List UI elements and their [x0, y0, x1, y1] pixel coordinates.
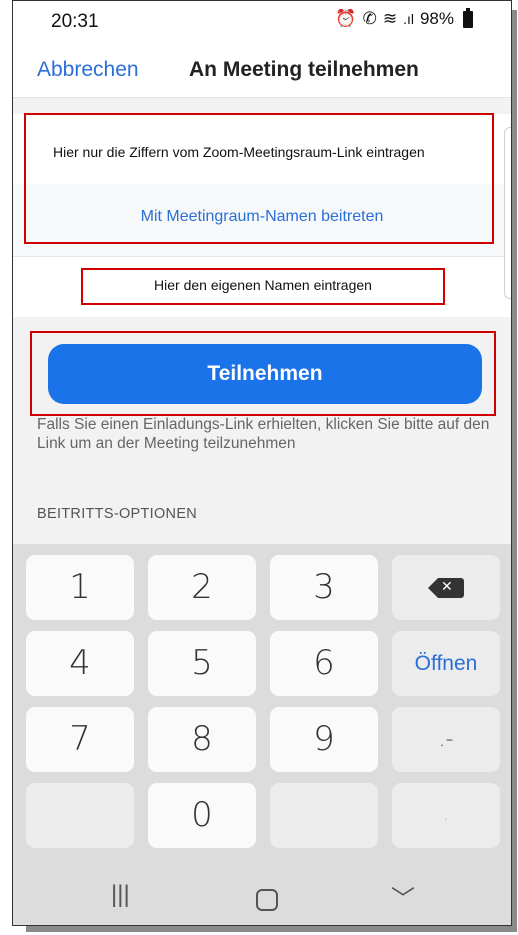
join-options-header: BEITRITTS-OPTIONEN	[37, 506, 198, 522]
backspace-icon: ✕	[428, 578, 464, 598]
wifi-icon: ≋	[382, 9, 398, 28]
scroll-edge	[504, 127, 511, 299]
alarm-icon: ⏰	[335, 9, 357, 28]
frame-shadow-bottom	[26, 926, 516, 932]
recent-apps-icon[interactable]: |||	[111, 881, 130, 909]
empty-key-2	[270, 783, 378, 848]
key-6[interactable]: 6	[270, 631, 378, 696]
key-0[interactable]: 0	[148, 783, 256, 848]
empty-key	[26, 783, 134, 848]
battery-icon	[463, 7, 473, 28]
battery-percent: 98%	[419, 9, 454, 28]
status-icons: ⏰ ✆ ≋ .ıl 98%	[335, 7, 473, 29]
display-name-card	[13, 256, 511, 317]
phone-screen: 20:31 ⏰ ✆ ≋ .ıl 98% Abbrechen An Meeting…	[12, 0, 512, 926]
back-chevron-icon[interactable]: ﹀	[391, 879, 415, 914]
backspace-key[interactable]: ✕	[392, 555, 500, 620]
meeting-id-card: Mit Meetingraum-Namen beitreten	[13, 114, 511, 256]
key-2[interactable]: 2	[148, 555, 256, 620]
key-5[interactable]: 5	[148, 631, 256, 696]
app-header: Abbrechen An Meeting teilnehmen	[13, 45, 511, 98]
cancel-button[interactable]: Abbrechen	[37, 58, 139, 82]
key-3[interactable]: 3	[270, 555, 378, 620]
page-title: An Meeting teilnehmen	[189, 58, 419, 81]
comma-key[interactable]: ,	[392, 783, 500, 848]
wifi-calling-icon: ✆	[362, 9, 377, 28]
signal-icon: .ıl	[403, 11, 414, 27]
system-nav-bar: ||| ﹀	[13, 867, 511, 925]
invite-link-info: Falls Sie einen Einladungs-Link erhielte…	[37, 416, 490, 452]
dot-dash-key[interactable]: .-	[392, 707, 500, 772]
join-by-name-link[interactable]: Mit Meetingraum-Namen beitreten	[13, 184, 511, 226]
meeting-id-input[interactable]	[53, 144, 493, 160]
display-name-input[interactable]	[73, 277, 453, 293]
status-bar: 20:31 ⏰ ✆ ≋ .ıl 98%	[13, 1, 511, 45]
key-1[interactable]: 1	[26, 555, 134, 620]
key-8[interactable]: 8	[148, 707, 256, 772]
home-icon[interactable]	[256, 889, 278, 911]
open-key[interactable]: Öffnen	[392, 631, 500, 696]
join-by-name-row: Mit Meetingraum-Namen beitreten	[13, 184, 511, 256]
join-button[interactable]: Teilnehmen	[48, 344, 482, 404]
meeting-id-row	[13, 114, 511, 185]
key-4[interactable]: 4	[26, 631, 134, 696]
key-9[interactable]: 9	[270, 707, 378, 772]
key-7[interactable]: 7	[26, 707, 134, 772]
frame-shadow-right	[512, 10, 517, 932]
status-time: 20:31	[51, 11, 99, 32]
